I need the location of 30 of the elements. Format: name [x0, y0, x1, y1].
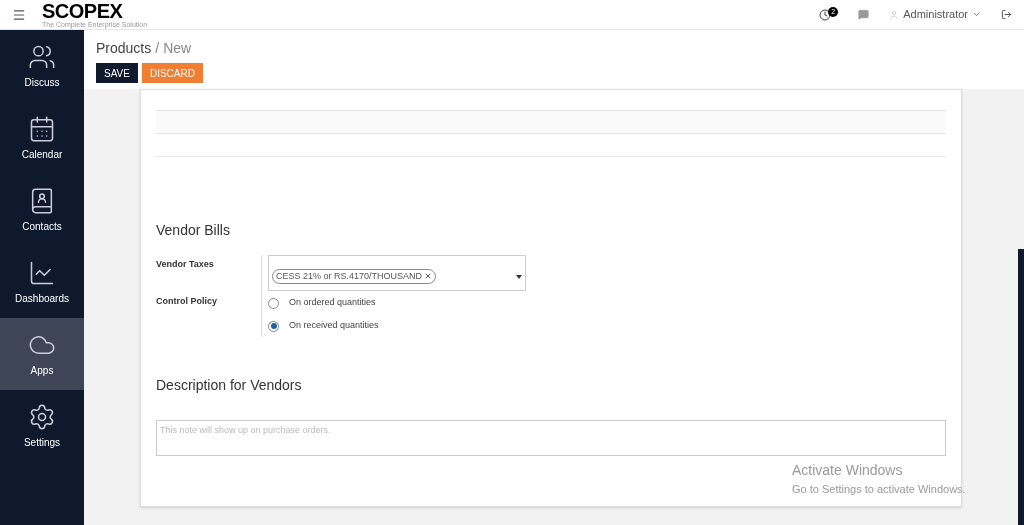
- field-label: Vendor Taxes: [156, 258, 215, 271]
- menu-icon[interactable]: [12, 7, 26, 22]
- breadcrumb-link[interactable]: Products: [96, 40, 152, 56]
- sidebar-item[interactable]: Settings: [0, 390, 84, 462]
- sidebar-item[interactable]: Contacts: [0, 174, 84, 246]
- breadcrumb-separator: /: [155, 40, 160, 56]
- activation-title: Activate Windows: [792, 461, 904, 480]
- user-icon: [889, 9, 900, 20]
- remove-icon[interactable]: [424, 272, 433, 281]
- section-title: Vendor Bills: [156, 221, 231, 240]
- user-menu[interactable]: Administrator: [889, 6, 981, 23]
- sidebar-item[interactable]: Apps: [0, 318, 84, 390]
- sidebar-item[interactable]: Discuss: [0, 30, 84, 102]
- caret-icon: [972, 10, 981, 19]
- tax-select-field[interactable]: CESS 21% or RS.4170/THOUSAND: [268, 255, 526, 291]
- save-button[interactable]: SAVE: [96, 63, 138, 83]
- logo: SCOPEX: [42, 1, 124, 21]
- activation-subtitle: Go to Settings to activate Windows.: [792, 482, 966, 497]
- caret-icon: [516, 275, 522, 279]
- chat-icon[interactable]: [858, 9, 870, 20]
- breadcrumb-current: New: [163, 40, 192, 56]
- radio-option[interactable]: On ordered quantities: [268, 292, 526, 314]
- sidebar-item[interactable]: Calendar: [0, 102, 84, 174]
- radio-option[interactable]: On received quantities: [268, 315, 526, 337]
- field-label: Control Policy: [156, 295, 218, 308]
- section-title: Description for Vendors: [156, 376, 303, 395]
- logout-icon[interactable]: [1001, 9, 1012, 20]
- calendar-icon: [28, 114, 56, 143]
- sidebar-item[interactable]: Dashboards: [0, 246, 84, 318]
- settings-icon: [28, 402, 56, 431]
